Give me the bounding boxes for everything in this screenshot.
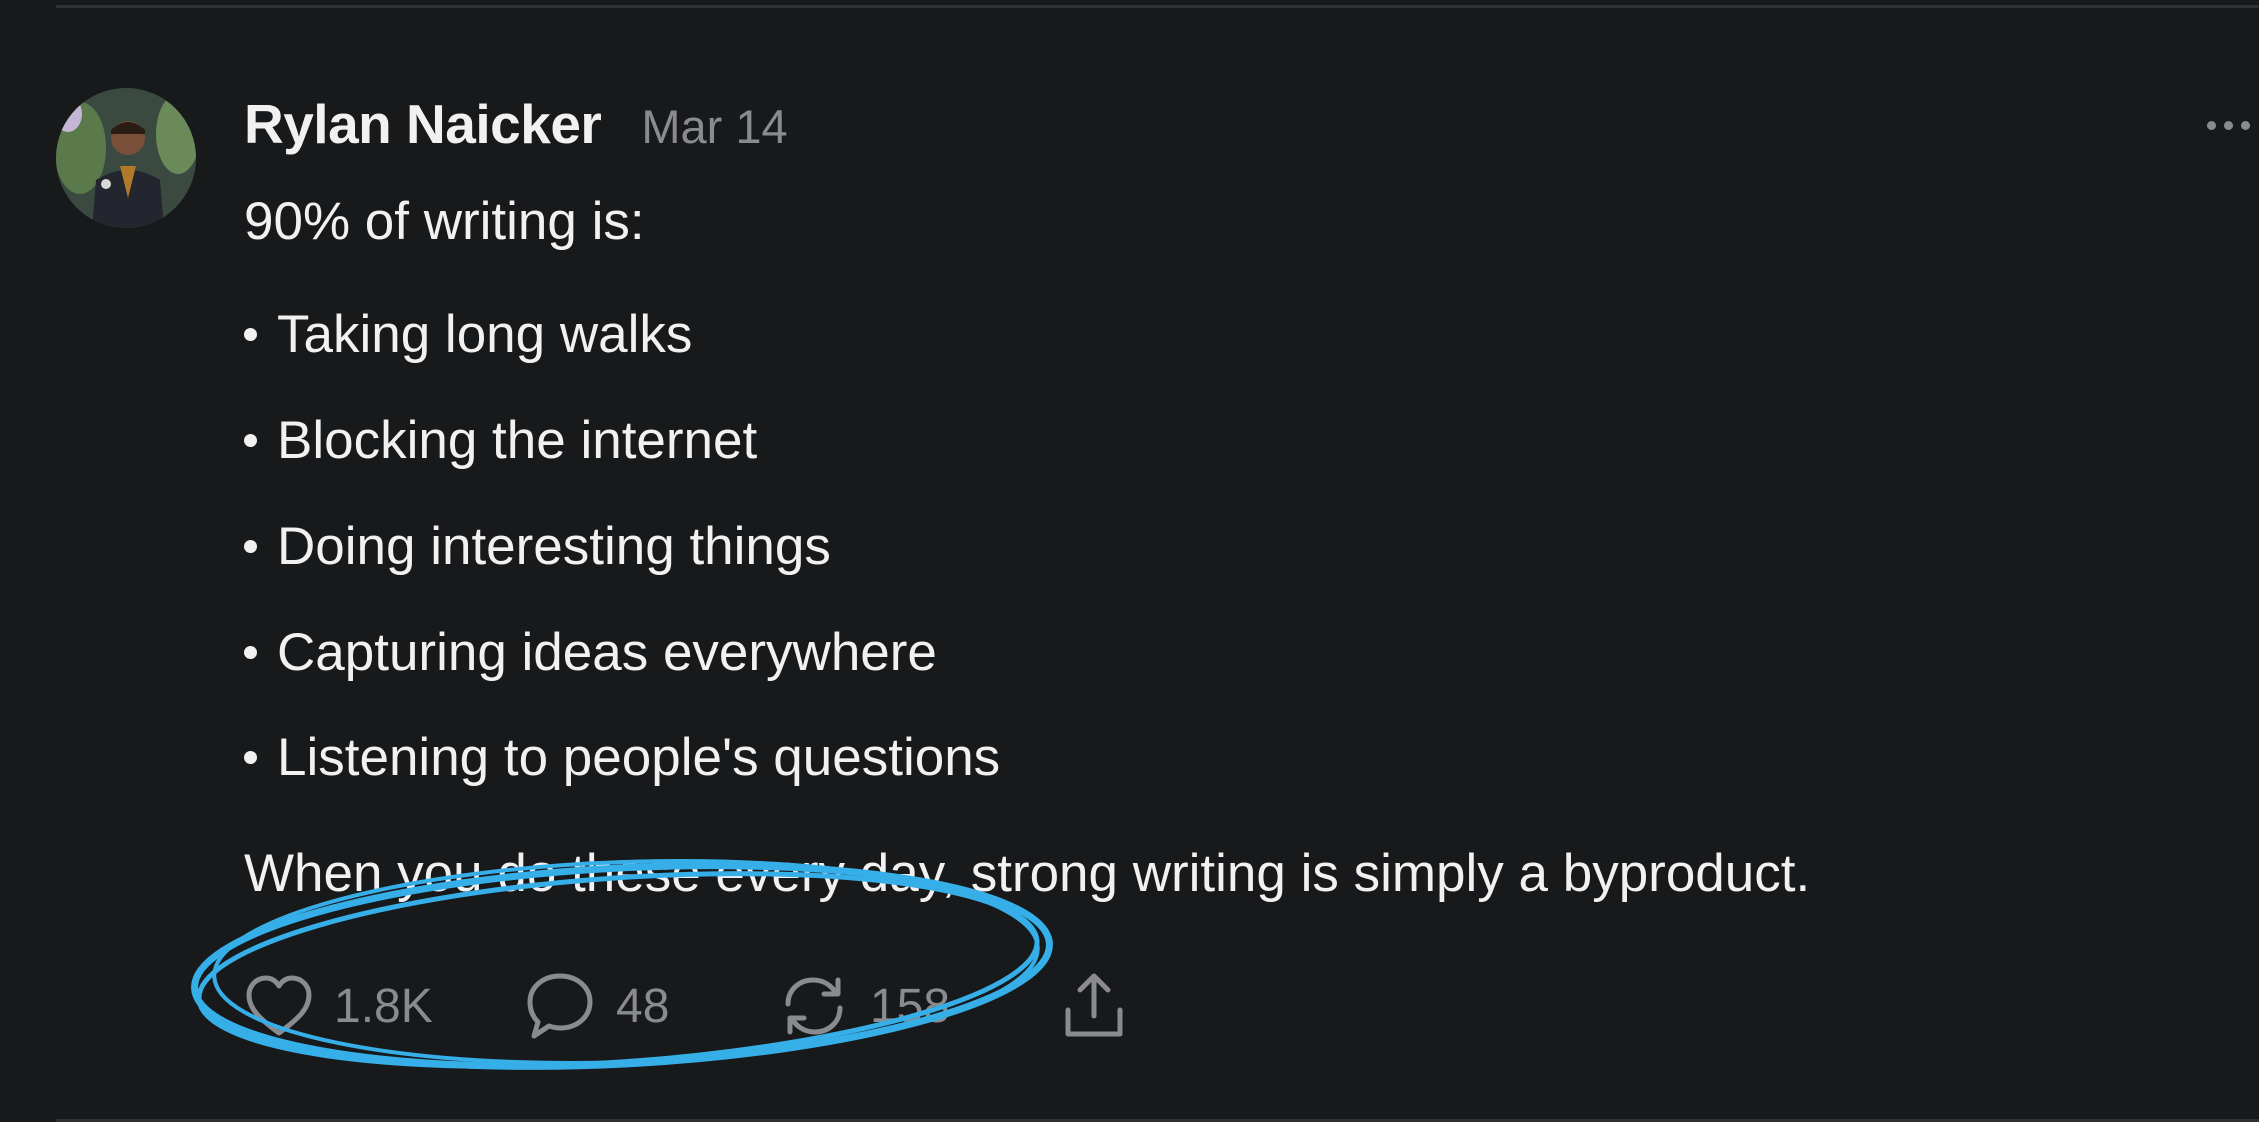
list-item-text: Listening to people's questions	[277, 728, 1001, 787]
list-item: Taking long walks	[244, 303, 692, 367]
list-item: Blocking the internet	[244, 409, 757, 473]
bullet-icon	[244, 645, 257, 659]
post-header: Rylan Naicker Mar 14	[244, 92, 788, 168]
list-item-text: Capturing ideas everywhere	[277, 623, 937, 682]
share-button[interactable]	[1060, 966, 1128, 1046]
list-item: Doing interesting things	[244, 515, 831, 579]
share-icon	[1060, 970, 1128, 1042]
list-item: Listening to people's questions	[244, 726, 1000, 790]
bullet-icon	[244, 327, 257, 341]
comment-count: 48	[616, 979, 670, 1033]
post-intro: 90% of writing is:	[244, 192, 645, 251]
repost-icon	[778, 970, 850, 1042]
bullet-icon	[244, 750, 257, 764]
post-date[interactable]: Mar 14	[641, 99, 787, 154]
repost-button[interactable]: 158	[778, 966, 950, 1046]
comment-button[interactable]: 48	[524, 966, 669, 1046]
author-name[interactable]: Rylan Naicker	[244, 92, 602, 156]
list-item-text: Doing interesting things	[277, 517, 831, 576]
avatar[interactable]	[56, 88, 196, 228]
like-count: 1.8K	[334, 979, 433, 1033]
more-options-button[interactable]	[2207, 110, 2259, 140]
post-actions: 1.8K 48 158	[244, 966, 1144, 1046]
like-button[interactable]: 1.8K	[244, 966, 433, 1046]
list-item-text: Taking long walks	[277, 305, 693, 364]
comment-bubble-icon	[524, 970, 596, 1042]
repost-count: 158	[870, 979, 951, 1033]
bullet-icon	[244, 433, 257, 447]
more-horizontal-icon	[2207, 120, 2216, 130]
post-closing: When you do these every day, strong writ…	[244, 844, 1811, 903]
list-item-text: Blocking the internet	[277, 411, 758, 470]
heart-icon	[244, 973, 314, 1039]
top-divider	[56, 5, 2259, 8]
list-item: Capturing ideas everywhere	[244, 621, 937, 685]
bullet-icon	[244, 539, 257, 553]
